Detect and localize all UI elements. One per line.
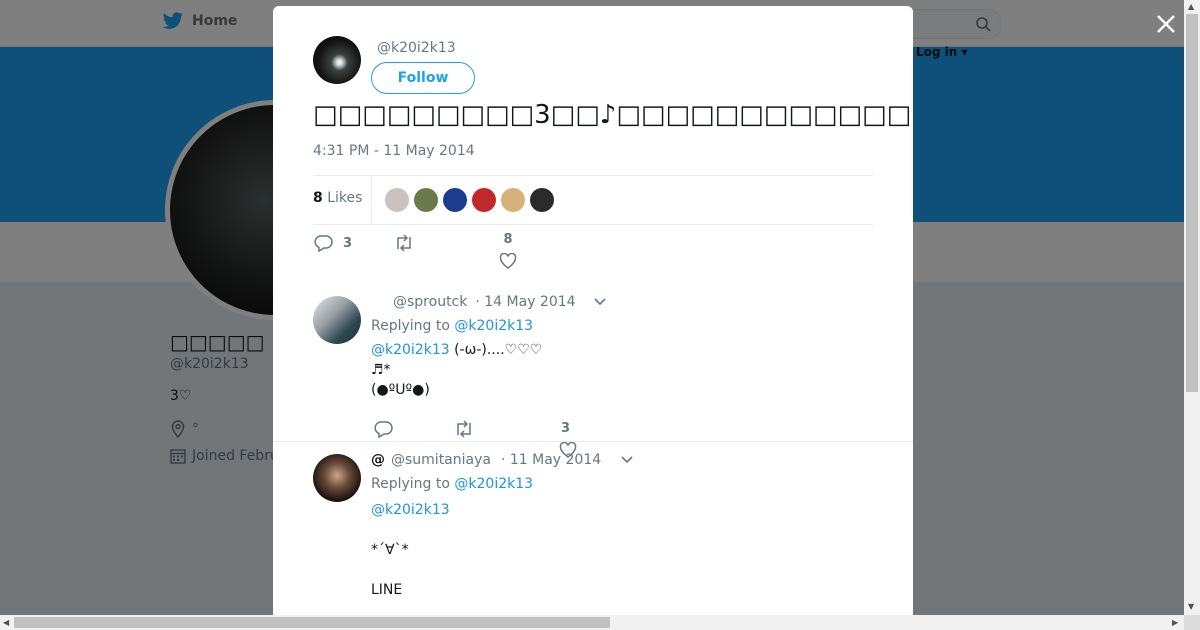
reply-author-handle[interactable]: @sumitaniaya — [391, 452, 491, 468]
vertical-scroll-thumb[interactable] — [1186, 14, 1198, 392]
replying-to: Replying to @k20i2k13 — [371, 476, 533, 492]
scrollbar-corner — [1184, 615, 1200, 630]
reply-author-name[interactable]: @ — [371, 452, 385, 468]
reply-date[interactable]: · 11 May 2014 — [501, 452, 601, 468]
reply-author-handle[interactable]: @sproutck — [393, 294, 467, 310]
reply-text-line-2: LINE — [371, 582, 403, 598]
tweet-text: □□□□□□□□□3□□♪□□□□□□□□□□□□□□□□□□□□□□□□□□□… — [313, 100, 913, 130]
reply-count: 3 — [343, 235, 353, 251]
tweet-author-avatar[interactable] — [313, 36, 361, 84]
reply-like-count: 3 — [561, 421, 571, 436]
likes-stat[interactable]: 8 Likes — [313, 190, 362, 206]
reply-avatar[interactable] — [313, 296, 361, 344]
retweet-button[interactable] — [393, 234, 415, 252]
stats-divider — [371, 176, 372, 224]
reply-text: @k20i2k13 *´∀`* LINE — [371, 500, 450, 600]
scroll-right-arrow[interactable]: ▶ — [1172, 618, 1178, 627]
chevron-down-icon[interactable] — [621, 456, 633, 464]
liker-avatar[interactable] — [472, 188, 496, 212]
replying-to-prefix: Replying to — [371, 476, 450, 492]
liker-avatar[interactable] — [530, 188, 554, 212]
reply-mention[interactable]: @k20i2k13 — [371, 342, 450, 358]
horizontal-scrollbar[interactable]: ◀ ▶ — [0, 615, 1184, 630]
chevron-down-icon[interactable] — [593, 298, 606, 306]
retweet-icon — [397, 234, 411, 252]
reply-text-line-2: ♬* — [371, 362, 391, 378]
likes-count: 8 — [313, 190, 323, 206]
replying-to-link[interactable]: @k20i2k13 — [454, 318, 533, 334]
liker-avatar[interactable] — [443, 188, 467, 212]
liker-avatar[interactable] — [385, 188, 409, 212]
follow-button[interactable]: Follow — [371, 62, 475, 94]
scroll-down-arrow[interactable]: ▼ — [1188, 602, 1194, 611]
tweet-actions: 3 8 — [313, 232, 873, 274]
reply-item[interactable]: @ @sumitaniaya · 11 May 2014 Replying to… — [273, 441, 913, 615]
liker-avatar[interactable] — [501, 188, 525, 212]
heart-icon — [499, 253, 517, 269]
replying-to-link[interactable]: @k20i2k13 — [454, 476, 533, 492]
reply-text-line-1: (-ω-)....♡♡♡ — [454, 342, 543, 358]
retweet-icon[interactable] — [453, 420, 475, 438]
replying-to: Replying to @k20i2k13 — [371, 318, 533, 334]
tweet-timestamp[interactable]: 4:31 PM - 11 May 2014 — [313, 143, 475, 159]
horizontal-scroll-thumb[interactable] — [14, 617, 610, 628]
vertical-scrollbar[interactable]: ▲ ▼ — [1184, 0, 1200, 615]
reply-avatar[interactable] — [313, 454, 361, 502]
liker-avatar[interactable] — [414, 188, 438, 212]
likes-label: Likes — [327, 190, 363, 206]
reply-text-line-3: (●ºᑌº●) — [371, 382, 430, 398]
tweet-author-handle[interactable]: @k20i2k13 — [377, 40, 456, 56]
reply-item[interactable]: @sproutck · 14 May 2014 Replying to @k20… — [273, 288, 913, 458]
like-button[interactable]: 8 — [499, 232, 517, 269]
tweet-modal: @k20i2k13 Follow □□□□□□□□□3□□♪□□□□□□□□□□… — [273, 6, 913, 615]
reply-header: @sproutck · 14 May 2014 — [371, 294, 606, 310]
tweet-stats: 8 Likes — [313, 175, 873, 225]
reply-icon — [314, 235, 333, 252]
scroll-left-arrow[interactable]: ◀ — [3, 618, 9, 627]
reply-mention[interactable]: @k20i2k13 — [371, 500, 450, 520]
close-icon[interactable] — [1154, 12, 1178, 36]
reply-header: @ @sumitaniaya · 11 May 2014 — [371, 452, 633, 468]
reply-date[interactable]: · 14 May 2014 — [475, 294, 575, 310]
like-count: 8 — [503, 232, 513, 247]
reply-icon[interactable] — [373, 420, 393, 438]
reply-text: @k20i2k13 (-ω-)....♡♡♡ ♬* (●ºᑌº●) — [371, 340, 542, 400]
replying-to-prefix: Replying to — [371, 318, 450, 334]
reply-button[interactable]: 3 — [313, 234, 352, 252]
scroll-up-arrow[interactable]: ▲ — [1188, 2, 1194, 11]
reply-text-line-1: *´∀`* — [371, 542, 409, 558]
